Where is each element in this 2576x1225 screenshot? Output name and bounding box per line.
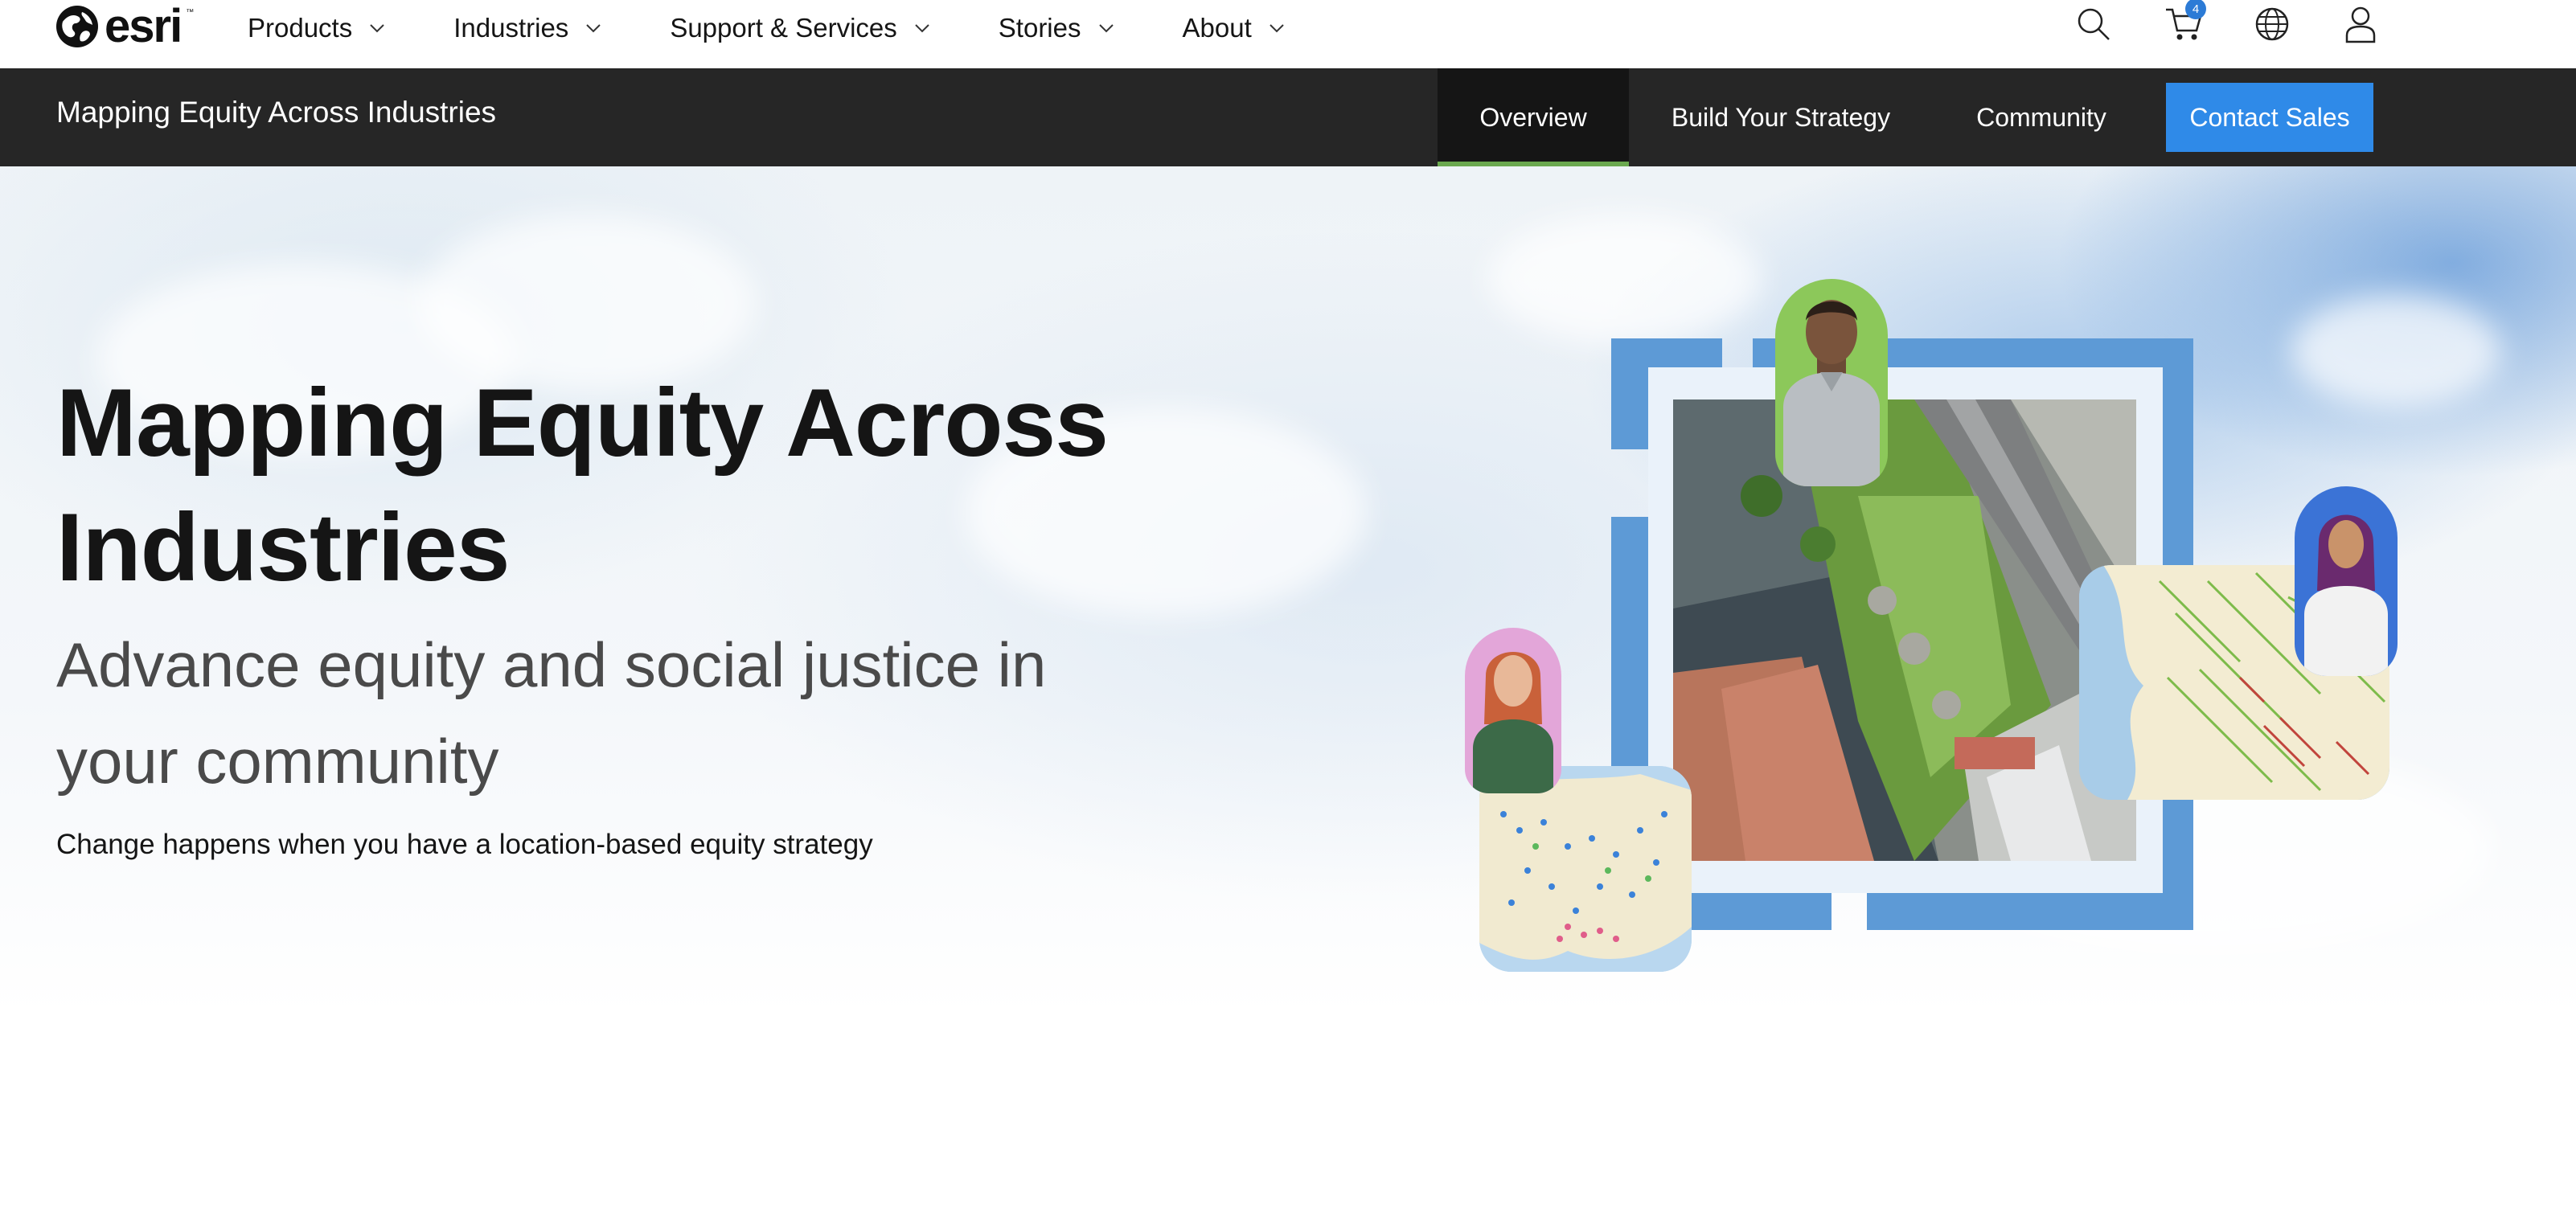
local-nav-title[interactable]: Mapping Equity Across Industries xyxy=(56,96,496,129)
tab-community[interactable]: Community xyxy=(1933,68,2150,166)
us-map-card xyxy=(1479,766,1692,972)
aerial-city-photo xyxy=(1673,399,2136,861)
nav-stories[interactable]: Stories xyxy=(999,13,1115,43)
frame-block xyxy=(1674,893,1832,930)
nav-products[interactable]: Products xyxy=(248,13,386,43)
avatar-woman-pink xyxy=(1465,628,1561,793)
globe-icon xyxy=(56,6,98,47)
nav-about[interactable]: About xyxy=(1183,13,1286,43)
chevron-down-icon xyxy=(1097,19,1115,37)
logo-wordmark: esri xyxy=(105,0,183,52)
globe-language-icon[interactable] xyxy=(2251,3,2293,45)
tab-community-label: Community xyxy=(1976,102,2106,132)
contact-sales-button[interactable]: Contact Sales xyxy=(2166,83,2373,152)
local-nav: Mapping Equity Across Industries Overvie… xyxy=(0,68,2576,166)
cart-count-badge: 4 xyxy=(2185,0,2206,19)
chevron-down-icon xyxy=(913,19,931,37)
nav-about-label: About xyxy=(1182,13,1252,43)
avatar-woman-blue xyxy=(2295,486,2398,676)
frame-block xyxy=(1867,893,2193,930)
aerial-city-image xyxy=(1673,399,2136,861)
chevron-down-icon xyxy=(368,19,386,37)
nav-stories-label: Stories xyxy=(998,13,1081,43)
tab-build-your-strategy[interactable]: Build Your Strategy xyxy=(1629,68,1933,166)
nav-industries[interactable]: Industries xyxy=(453,13,602,43)
nav-products-label: Products xyxy=(248,13,353,43)
esri-logo[interactable]: esri ™ xyxy=(55,2,194,51)
hero-body: Change happens when you have a location-… xyxy=(56,829,873,860)
chevron-down-icon xyxy=(585,19,602,37)
nav-industries-label: Industries xyxy=(453,13,569,43)
search-icon[interactable] xyxy=(2073,3,2115,45)
tab-build-your-strategy-label: Build Your Strategy xyxy=(1671,102,1891,132)
cart-icon[interactable]: 4 xyxy=(2163,0,2206,45)
hero-subtitle: Advance equity and social justice in you… xyxy=(56,629,1047,797)
global-nav: esri ™ Products Industries Support & Ser… xyxy=(0,0,2576,68)
hero-illustration xyxy=(1455,279,2420,1018)
logo-trademark: ™ xyxy=(186,7,195,17)
hero-section: Mapping Equity Across Industries Advance… xyxy=(0,166,2576,1225)
tab-overview-label: Overview xyxy=(1479,102,1587,132)
nav-support-services-label: Support & Services xyxy=(670,13,897,43)
primary-menu: Products Industries Support & Services S… xyxy=(248,0,1286,56)
avatar-man xyxy=(1775,279,1888,486)
tab-overview[interactable]: Overview xyxy=(1438,68,1629,166)
user-account-icon[interactable] xyxy=(2340,3,2381,45)
chevron-down-icon xyxy=(1268,19,1286,37)
nav-support-services[interactable]: Support & Services xyxy=(670,13,930,43)
hero-title: Mapping Equity Across Industries xyxy=(56,369,1109,601)
